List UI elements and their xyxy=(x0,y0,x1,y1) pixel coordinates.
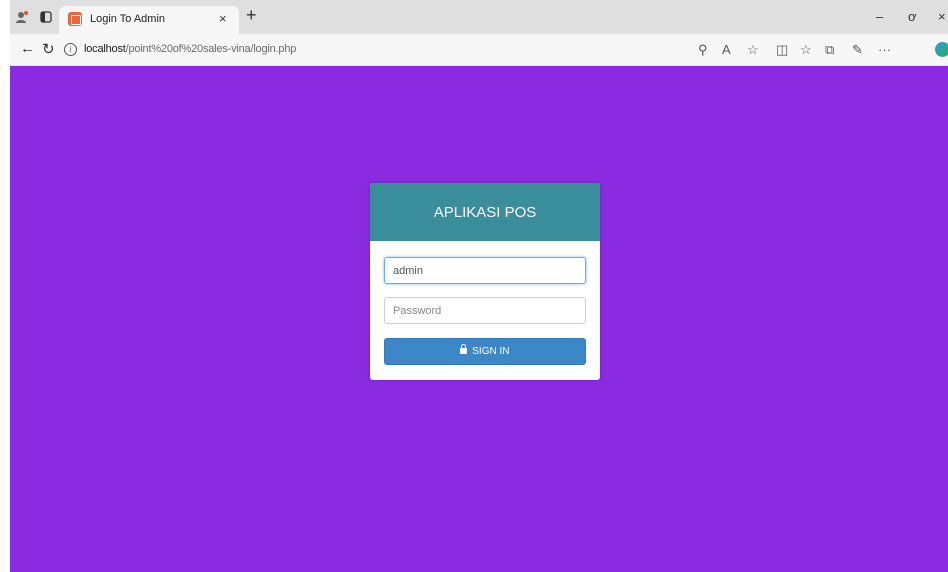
lock-icon xyxy=(460,344,468,354)
collections-icon[interactable]: ⧉ xyxy=(825,42,834,58)
split-screen-icon[interactable]: ◫ xyxy=(776,42,788,58)
tab-title: Login To Admin xyxy=(90,13,166,25)
username-input[interactable] xyxy=(384,257,586,284)
refresh-icon[interactable]: ↻ xyxy=(42,40,55,58)
minimize-button[interactable]: – xyxy=(876,9,883,24)
more-menu-icon[interactable]: ··· xyxy=(878,42,891,57)
sign-in-label: SIGN IN xyxy=(472,346,510,357)
favicon-icon xyxy=(68,12,82,26)
password-input[interactable] xyxy=(384,297,586,324)
favorites-list-icon[interactable]: ☆ xyxy=(800,42,812,58)
login-panel: APLIKASI POS SIGN IN xyxy=(370,183,600,380)
address-bar[interactable]: localhost/point%20of%20sales-vina/login.… xyxy=(84,43,296,55)
copilot-icon[interactable] xyxy=(935,42,948,57)
restore-button[interactable]: ơ xyxy=(908,9,917,24)
sign-in-button[interactable]: SIGN IN xyxy=(384,338,586,365)
new-tab-button[interactable]: + xyxy=(246,5,257,26)
login-header: APLIKASI POS xyxy=(370,183,600,241)
url-path: /point%20of%20sales-vina/login.php xyxy=(125,43,297,55)
close-window-button[interactable]: × xyxy=(938,9,946,24)
extensions-icon[interactable]: ✎ xyxy=(852,42,863,58)
search-page-icon[interactable]: ⚲ xyxy=(698,42,708,58)
site-info-icon[interactable]: i xyxy=(64,43,77,56)
tab-actions-icon[interactable] xyxy=(38,9,54,25)
page-background: APLIKASI POS SIGN IN xyxy=(10,66,948,572)
tab-bar: Login To Admin × + – ơ × xyxy=(10,0,948,34)
url-host: localhost xyxy=(84,43,126,55)
profile-icon[interactable] xyxy=(14,9,30,25)
tab-close-button[interactable]: × xyxy=(219,11,227,26)
tab-login[interactable]: Login To Admin × xyxy=(59,6,239,34)
browser-window: Login To Admin × + – ơ × ← ↻ i localhost… xyxy=(10,0,948,572)
read-aloud-icon[interactable]: A xyxy=(722,42,731,57)
address-bar-row: ← ↻ i localhost/point%20of%20sales-vina/… xyxy=(10,34,948,66)
favorite-star-icon[interactable]: ☆ xyxy=(747,42,759,58)
back-arrow-icon[interactable]: ← xyxy=(20,40,35,57)
